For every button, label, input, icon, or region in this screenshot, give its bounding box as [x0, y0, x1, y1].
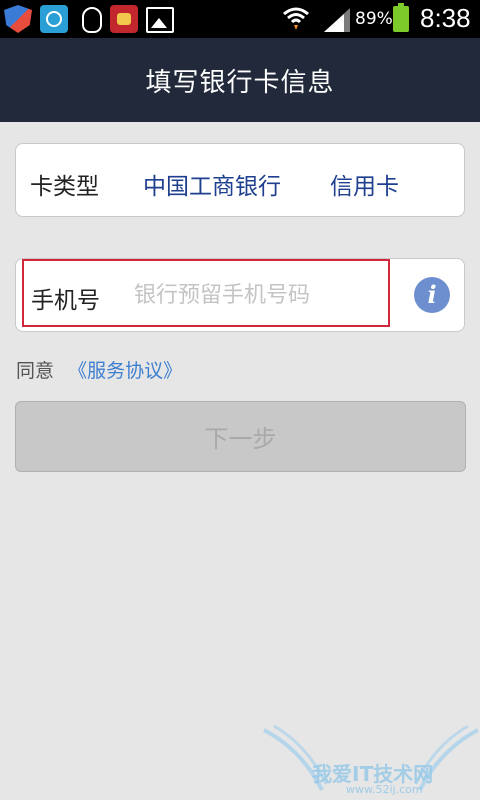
- agreement-line: 同意 《服务协议》: [16, 356, 182, 383]
- phone-row: 手机号 i: [15, 258, 465, 332]
- next-step-button[interactable]: 下一步: [15, 401, 466, 472]
- title-bar: 填写银行卡信息: [0, 38, 480, 122]
- card-kind: 信用卡: [330, 174, 399, 200]
- qq-icon[interactable]: [76, 5, 104, 33]
- gallery-icon[interactable]: [146, 7, 174, 33]
- info-icon[interactable]: i: [414, 277, 450, 313]
- battery-icon: [393, 3, 409, 32]
- card-type-label: 卡类型: [30, 174, 99, 200]
- shield-app-icon[interactable]: [4, 5, 32, 33]
- service-agreement-link[interactable]: 《服务协议》: [68, 360, 182, 382]
- agreement-prefix: 同意: [16, 360, 55, 382]
- page-title: 填写银行卡信息: [145, 67, 335, 98]
- card-type-row: 卡类型 中国工商银行 信用卡: [15, 143, 465, 217]
- battery-percent: 89%: [355, 9, 393, 29]
- status-bar: 89% 8:38: [0, 0, 480, 38]
- ox-app-icon[interactable]: [110, 5, 138, 33]
- phone-label: 手机号: [31, 288, 100, 314]
- watermark-url: www.52ij.com: [346, 783, 423, 796]
- signal-icon: [324, 8, 350, 32]
- clock-app-icon[interactable]: [40, 5, 68, 33]
- phone-input[interactable]: [134, 273, 384, 317]
- wifi-icon: [283, 7, 309, 30]
- clock-time: 8:38: [420, 3, 471, 33]
- card-bank-name: 中国工商银行: [143, 174, 281, 200]
